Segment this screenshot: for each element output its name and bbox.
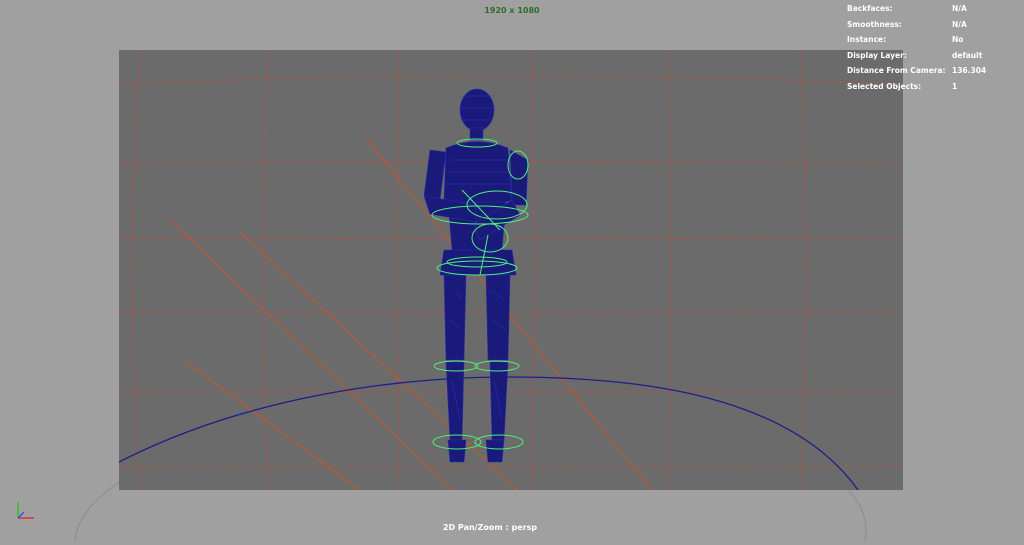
hud-value: No: [952, 35, 964, 44]
hud-key: Display Layer:: [847, 50, 907, 60]
hud-key: Instance:: [847, 35, 887, 44]
hud-value: N/A: [952, 4, 967, 13]
heads-up-display: Backfaces: N/A Smoothness: N/A Instance:…: [847, 1, 986, 94]
hud-row-instance: Instance: No: [847, 32, 986, 48]
hud-key: Distance From Camera:: [847, 66, 946, 75]
hud-key: Selected Objects:: [847, 81, 922, 91]
hud-key: Backfaces:: [847, 4, 893, 13]
hud-value: default: [952, 50, 983, 60]
viewport-panel[interactable]: 1920 x 1080 Backfaces: N/A Smoothness: N…: [0, 0, 1024, 542]
hud-row-selected-objects: Selected Objects: 1: [847, 79, 986, 95]
axis-gizmo-icon: [14, 498, 40, 524]
hud-row-display-layer: Display Layer: default: [847, 48, 986, 64]
hud-value: 136.304: [952, 66, 987, 75]
hud-row-backfaces: Backfaces: N/A: [847, 1, 986, 17]
hud-value: N/A: [952, 19, 967, 29]
hud-row-distance-from-camera: Distance From Camera: 136.304: [847, 63, 986, 79]
hud-row-smoothness: Smoothness: N/A: [847, 17, 986, 33]
camera-label: 2D Pan/Zoom : persp: [442, 523, 538, 532]
hud-value: 1: [952, 81, 958, 91]
hud-key: Smoothness:: [847, 19, 902, 29]
